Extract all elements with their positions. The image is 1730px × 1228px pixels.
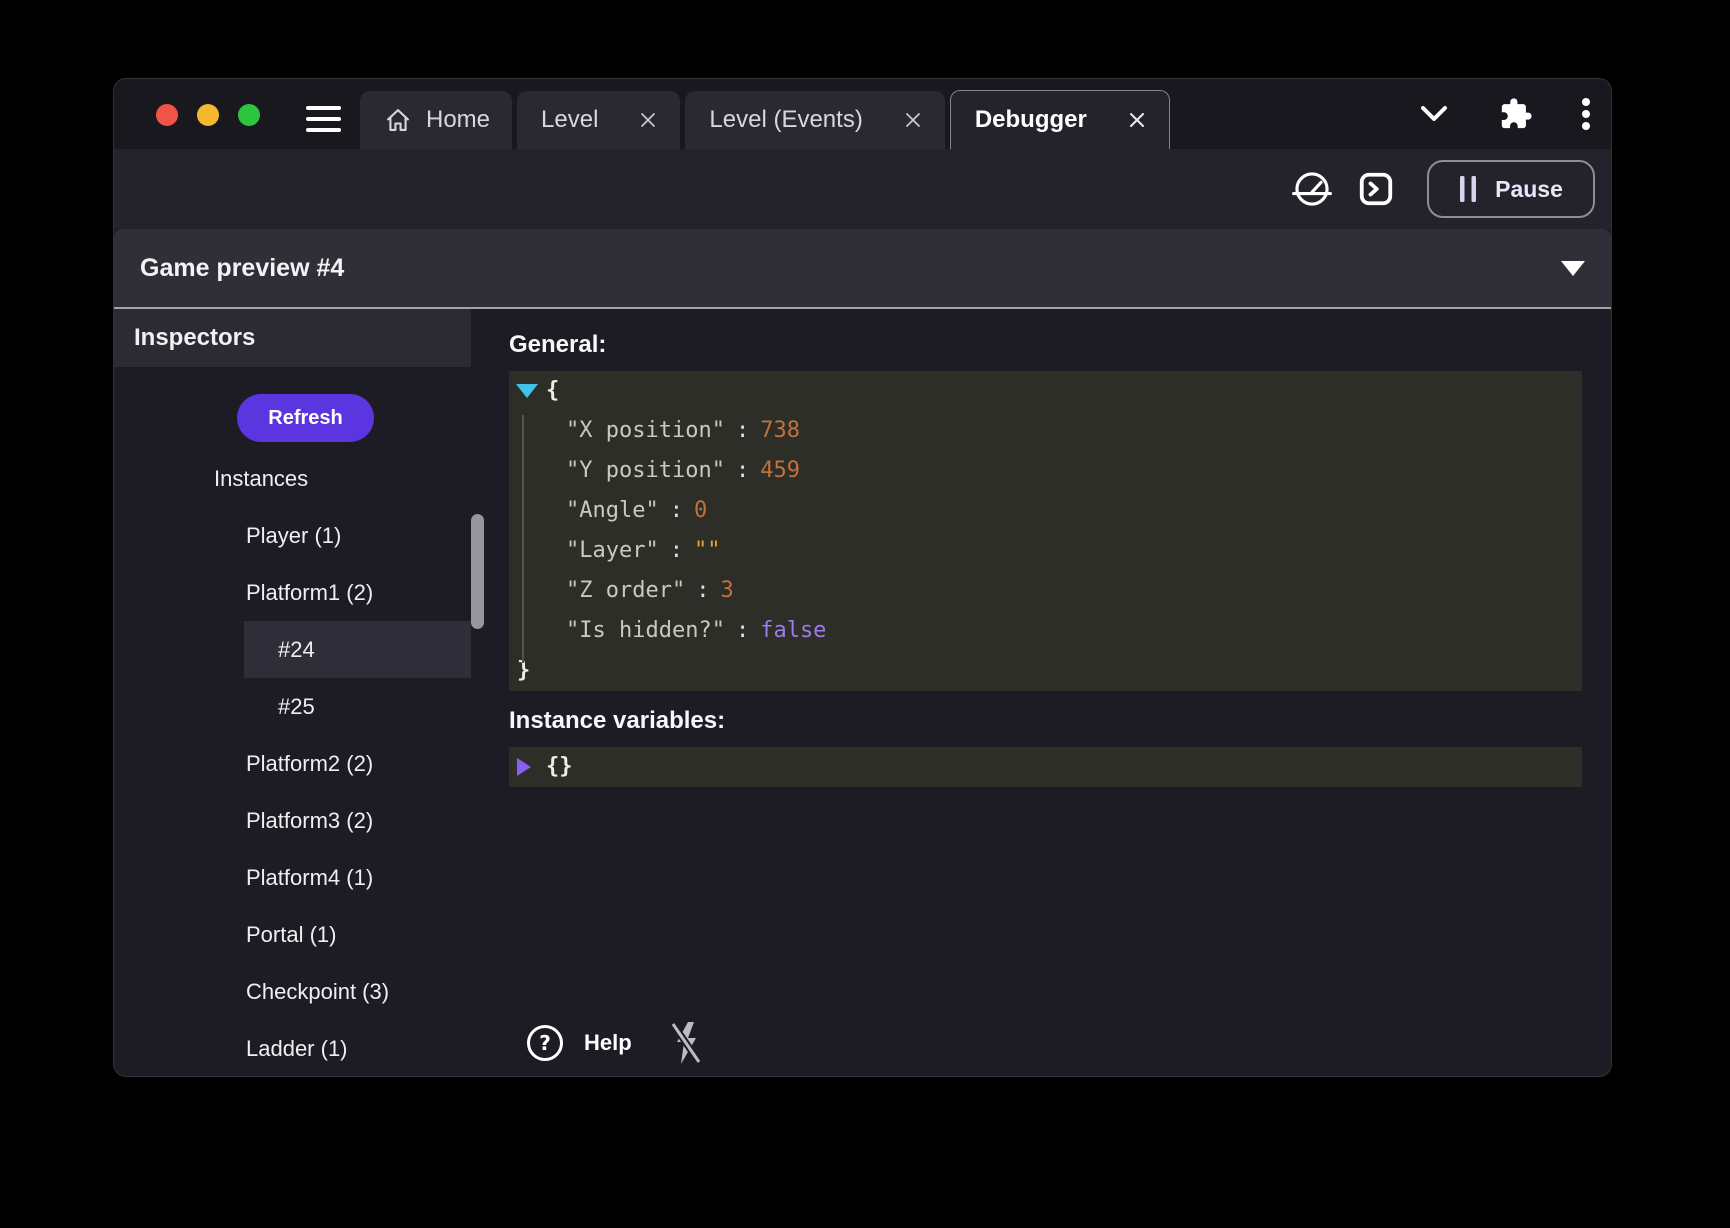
tree-item-platform3[interactable]: Platform3 (2) xyxy=(114,792,491,849)
close-icon[interactable] xyxy=(903,110,923,130)
help-icon: ? xyxy=(526,1024,564,1062)
flash-off-icon xyxy=(668,1020,704,1066)
tab-bar: Home Level Level (Events) Debugger xyxy=(114,79,1611,149)
tab-label: Level xyxy=(541,106,598,134)
home-icon xyxy=(384,106,412,134)
tab-label: Home xyxy=(426,106,490,134)
tree-item-instance-25[interactable]: #25 xyxy=(114,678,491,735)
main-menu-icon[interactable] xyxy=(306,106,341,132)
minimize-window-button[interactable] xyxy=(197,104,219,126)
debugger-content: Inspectors Refresh Instances Player (1) … xyxy=(114,309,1611,1076)
tab-level-events[interactable]: Level (Events) xyxy=(685,91,944,149)
tree-item-checkpoint[interactable]: Checkpoint (3) xyxy=(114,963,491,1020)
profiler-gauge-icon xyxy=(1291,168,1333,210)
close-window-button[interactable] xyxy=(156,104,178,126)
svg-text:?: ? xyxy=(539,1031,551,1055)
json-row-is-hidden: "Is hidden?":false xyxy=(509,611,1582,651)
help-button[interactable]: ? Help xyxy=(526,1024,632,1062)
game-preview-title: Game preview #4 xyxy=(140,254,344,283)
dropdown-caret-icon[interactable] xyxy=(1561,261,1585,276)
json-row-y-position: "Y position":459 xyxy=(509,451,1582,491)
auto-refresh-toggle[interactable] xyxy=(668,1020,704,1066)
tabbar-actions xyxy=(1417,79,1591,149)
general-heading: General: xyxy=(509,331,1582,359)
refresh-button[interactable]: Refresh xyxy=(237,394,374,442)
zoom-window-button[interactable] xyxy=(238,104,260,126)
close-icon[interactable] xyxy=(638,110,658,130)
json-row-layer: "Layer":"" xyxy=(509,531,1582,571)
json-close-brace: } xyxy=(509,651,1582,691)
puzzle-icon xyxy=(1499,97,1533,131)
extensions-button[interactable] xyxy=(1499,97,1533,131)
indent-guide xyxy=(522,415,524,663)
tab-level[interactable]: Level xyxy=(517,91,680,149)
inspector-detail-panel: General: { "X position":738 "Y position"… xyxy=(491,309,1611,1076)
tree-item-platform4[interactable]: Platform4 (1) xyxy=(114,849,491,906)
more-options-button[interactable] xyxy=(1581,97,1591,131)
tree-item-platform2[interactable]: Platform2 (2) xyxy=(114,735,491,792)
tab-home[interactable]: Home xyxy=(360,91,512,149)
debugger-toolbar: Pause xyxy=(114,149,1611,229)
expand-triangle-icon[interactable] xyxy=(517,758,531,776)
help-row: ? Help xyxy=(526,1020,704,1066)
console-button[interactable] xyxy=(1355,168,1397,210)
tree-item-platform1[interactable]: Platform1 (2) xyxy=(114,564,491,621)
pause-icon xyxy=(1459,175,1477,203)
tab-label: Debugger xyxy=(975,106,1087,134)
inspectors-header: Inspectors xyxy=(114,309,471,367)
json-row-angle: "Angle":0 xyxy=(509,491,1582,531)
kebab-menu-icon xyxy=(1581,97,1591,131)
pause-button[interactable]: Pause xyxy=(1427,160,1595,218)
tab-debugger[interactable]: Debugger xyxy=(950,90,1170,149)
tab-label: Level (Events) xyxy=(709,106,862,134)
instance-tree: Instances Player (1) Platform1 (2) #24 #… xyxy=(114,450,491,1076)
chevron-down-icon xyxy=(1417,103,1451,125)
tab-strip: Home Level Level (Events) Debugger xyxy=(360,90,1170,149)
tree-item-instances[interactable]: Instances xyxy=(114,450,491,507)
help-label: Help xyxy=(584,1030,632,1056)
json-row-x-position: "X position":738 xyxy=(509,411,1582,451)
tabs-overflow-button[interactable] xyxy=(1417,103,1451,125)
window-controls xyxy=(156,104,260,126)
general-json-viewer: { "X position":738 "Y position":459 "Ang… xyxy=(509,371,1582,691)
tree-item-portal[interactable]: Portal (1) xyxy=(114,906,491,963)
tree-item-instance-24[interactable]: #24 xyxy=(244,621,471,678)
instance-variables-heading: Instance variables: xyxy=(509,707,1582,735)
json-row-z-order: "Z order":3 xyxy=(509,571,1582,611)
tree-item-player[interactable]: Player (1) xyxy=(114,507,491,564)
tree-item-ladder[interactable]: Ladder (1) xyxy=(114,1020,491,1076)
app-window: Home Level Level (Events) Debugger xyxy=(113,78,1612,1077)
game-preview-selector[interactable]: Game preview #4 xyxy=(114,229,1611,307)
instance-variables-viewer: {} xyxy=(509,747,1582,787)
profiler-button[interactable] xyxy=(1291,168,1333,210)
collapse-triangle-icon[interactable] xyxy=(516,384,538,398)
close-icon[interactable] xyxy=(1127,110,1147,130)
console-icon xyxy=(1357,170,1395,208)
inspectors-sidebar: Inspectors Refresh Instances Player (1) … xyxy=(114,309,491,1076)
json-open-brace: { xyxy=(509,371,1582,411)
pause-label: Pause xyxy=(1495,176,1563,203)
sidebar-scrollbar[interactable] xyxy=(471,514,484,629)
inspectors-body: Refresh Instances Player (1) Platform1 (… xyxy=(114,367,491,1076)
